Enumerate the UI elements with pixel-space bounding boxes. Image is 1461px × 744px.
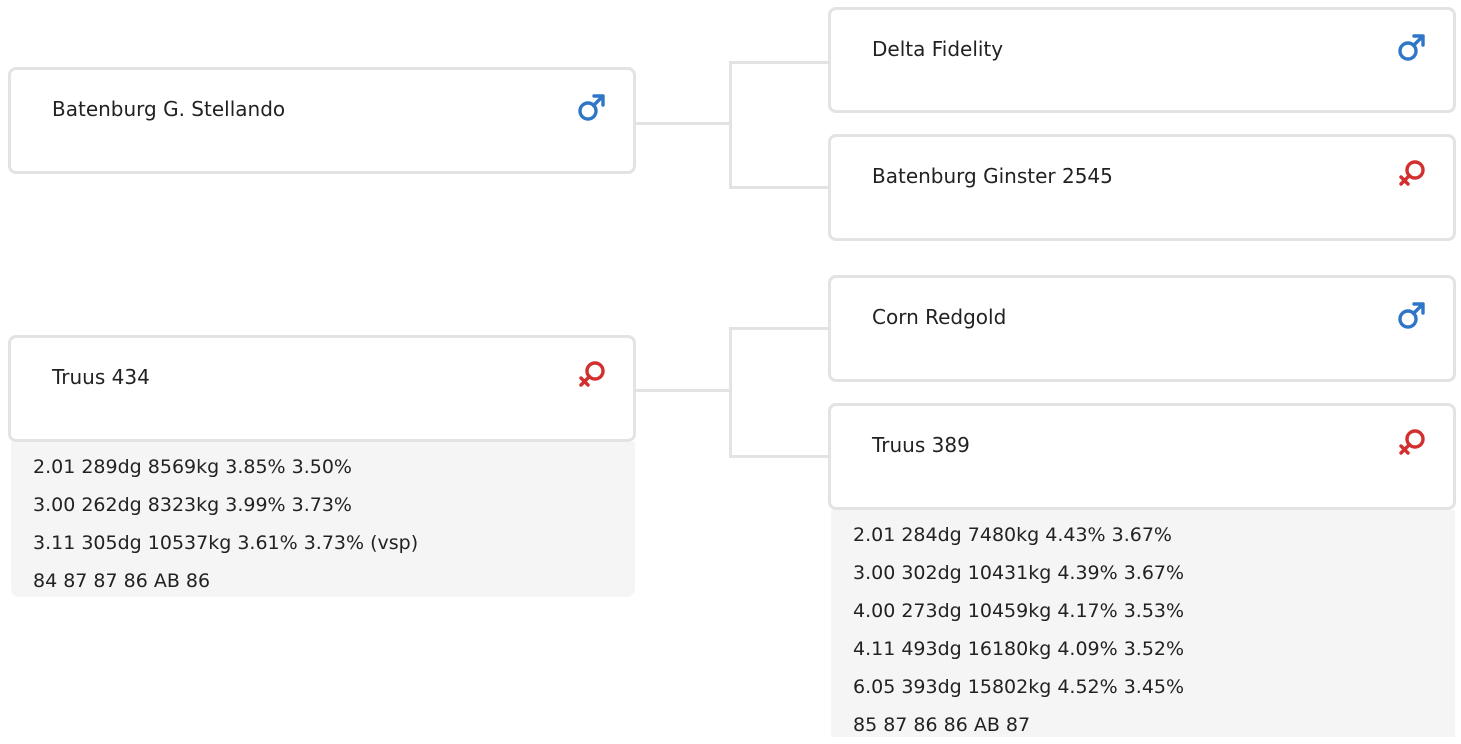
connector-sire-top: [729, 61, 831, 64]
stats-line: 4.00 273dg 10459kg 4.17% 3.53%: [853, 600, 1185, 622]
female-symbol-icon: [575, 358, 609, 392]
connector-sire-horizontal: [633, 122, 732, 125]
stats-line: 4.11 493dg 16180kg 4.09% 3.52%: [853, 638, 1185, 660]
male-symbol-icon: [1395, 298, 1429, 332]
pedigree-card-dam-sire[interactable]: Corn Redgold: [828, 275, 1456, 382]
connector-sire-vertical: [729, 61, 732, 189]
connector-dam-vertical: [729, 327, 732, 458]
male-symbol-icon: [1395, 30, 1429, 64]
stats-line: 85 87 86 86 AB 87: [853, 714, 1031, 736]
connector-sire-bottom: [729, 186, 831, 189]
animal-name: Batenburg G. Stellando: [52, 97, 286, 121]
production-stats: 2.01 289dg 8569kg 3.85% 3.50% 3.00 262dg…: [11, 442, 635, 597]
production-stats: 2.01 284dg 7480kg 4.43% 3.67% 3.00 302dg…: [831, 510, 1455, 737]
male-symbol-icon: [575, 90, 609, 124]
stats-line: 3.00 262dg 8323kg 3.99% 3.73%: [33, 494, 352, 516]
female-symbol-icon: [1395, 157, 1429, 191]
animal-name: Batenburg Ginster 2545: [872, 164, 1113, 188]
female-symbol-icon: [1395, 426, 1429, 460]
pedigree-card-sire[interactable]: Batenburg G. Stellando: [8, 67, 636, 174]
connector-dam-top: [729, 327, 831, 330]
stats-line: 2.01 284dg 7480kg 4.43% 3.67%: [853, 524, 1172, 546]
pedigree-card-dam-dam[interactable]: Truus 389: [828, 403, 1456, 510]
pedigree-card-sire-dam[interactable]: Batenburg Ginster 2545: [828, 134, 1456, 241]
stats-line: 6.05 393dg 15802kg 4.52% 3.45%: [853, 676, 1185, 698]
stats-line: 3.11 305dg 10537kg 3.61% 3.73% (vsp): [33, 532, 419, 554]
stats-line: 2.01 289dg 8569kg 3.85% 3.50%: [33, 456, 352, 478]
animal-name: Truus 434: [52, 365, 150, 389]
connector-dam-bottom: [729, 455, 831, 458]
stats-line: 84 87 87 86 AB 86: [33, 570, 211, 592]
animal-name: Truus 389: [872, 433, 970, 457]
connector-dam-horizontal: [633, 389, 732, 392]
stats-line: 3.00 302dg 10431kg 4.39% 3.67%: [853, 562, 1185, 584]
pedigree-card-sire-sire[interactable]: Delta Fidelity: [828, 7, 1456, 113]
animal-name: Delta Fidelity: [872, 37, 1004, 61]
pedigree-card-dam[interactable]: Truus 434: [8, 335, 636, 442]
animal-name: Corn Redgold: [872, 305, 1007, 329]
